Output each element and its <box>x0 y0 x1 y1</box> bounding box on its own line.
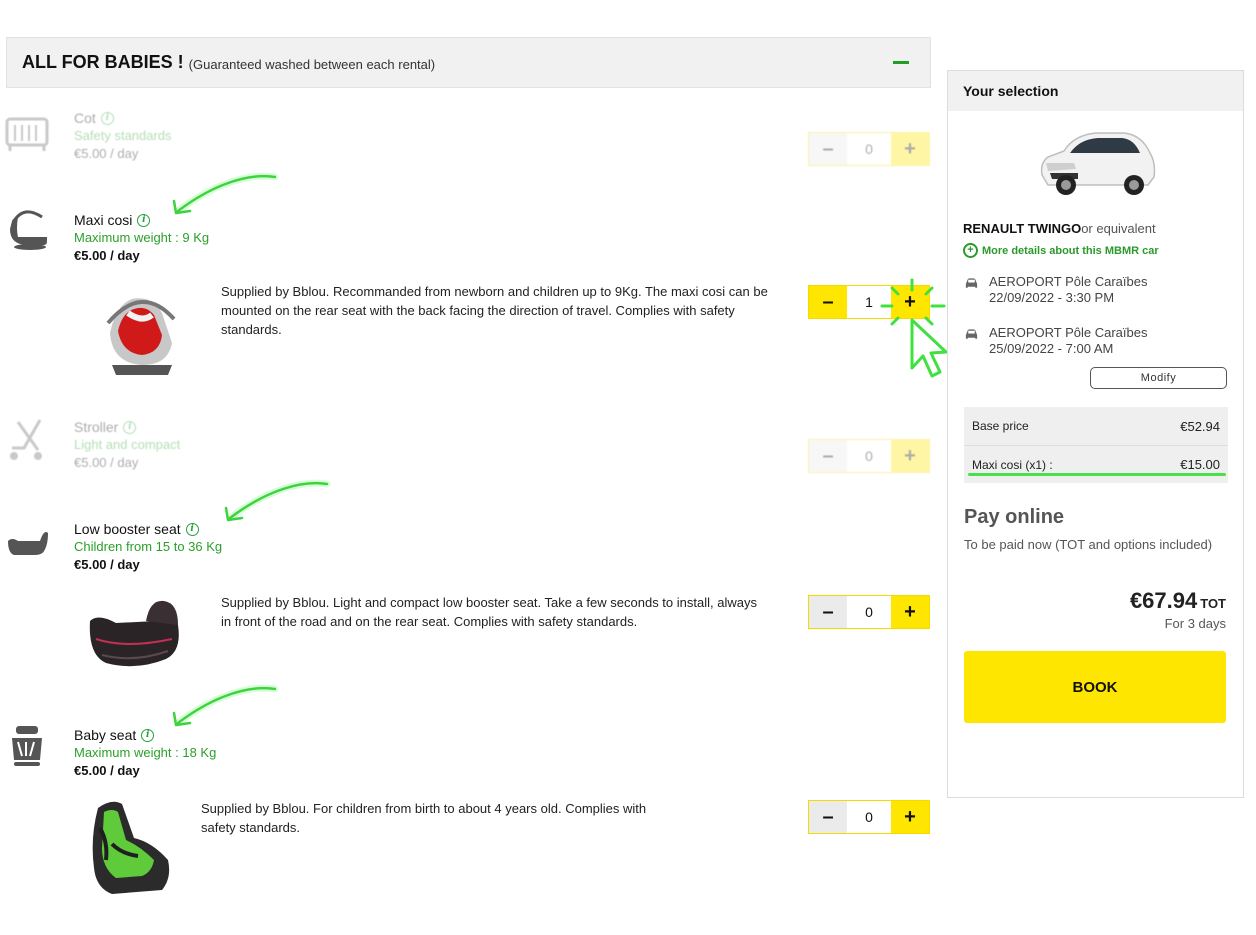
info-icon[interactable]: i <box>100 111 114 125</box>
item-spec: Maximum weight : 9 Kg <box>74 230 210 245</box>
price-label: Maxi cosi (x1) : <box>972 457 1053 472</box>
info-icon[interactable]: i <box>141 728 155 742</box>
item-spec: Children from 15 to 36 Kg <box>74 539 223 554</box>
section-title: ALL FOR BABIES ! <box>22 52 184 72</box>
cursor-icon <box>880 278 948 378</box>
quantity-stepper[interactable]: – 0 + <box>808 800 930 834</box>
book-button[interactable]: BOOK <box>964 651 1226 723</box>
item-name: Maxi cosi <box>74 212 133 228</box>
item-price: €5.00 / day <box>74 557 140 572</box>
option-item-low-booster-seat: Low booster seat i Children from 15 to 36… <box>0 517 935 677</box>
car-image <box>1040 132 1156 195</box>
option-item-maxi-cosi: Maxi cosi i Maximum weight : 9 Kg €5.00 /… <box>0 205 935 395</box>
info-icon[interactable]: i <box>123 420 137 434</box>
option-item-baby-seat: Baby seat i Maximum weight : 18 Kg €5.00 … <box>0 722 935 902</box>
pay-online-title: Pay online <box>964 506 1065 528</box>
pickup-datetime: 22/09/2022 - 3:30 PM <box>989 290 1115 305</box>
decrease-button[interactable]: – <box>809 801 847 833</box>
quantity-value: 0 <box>865 141 873 157</box>
total-suffix: TOT <box>1200 596 1226 611</box>
total-amount: €67.94 <box>1129 588 1198 613</box>
details-link-label: More details about this MBMR car <box>982 244 1159 257</box>
infant-carrier-icon <box>10 210 47 250</box>
car-model: RENAULT TWINGO <box>963 221 1082 236</box>
quantity-stepper[interactable]: – 0 + <box>808 595 930 629</box>
section-subtitle: (Guaranteed washed between each rental) <box>188 56 436 72</box>
panel-title: Your selection <box>948 71 1243 111</box>
item-name: Cot <box>74 110 96 126</box>
item-spec: Light and compact <box>74 437 181 452</box>
total-price: €67.94 TOT <box>1130 588 1226 614</box>
quantity-value: 0 <box>865 448 873 464</box>
quantity-stepper[interactable]: – 0 + <box>808 132 930 166</box>
option-item-stroller: Stroller i Light and compact €5.00 / day … <box>0 414 935 474</box>
car-details-link[interactable]: + More details about this MBMR car <box>963 243 1159 258</box>
increase-button[interactable]: + <box>891 596 929 628</box>
price-breakdown: Base price €52.94 Maxi cosi (x1) : €15.0… <box>964 407 1228 483</box>
item-name: Baby seat <box>74 727 137 743</box>
increase-button[interactable]: + <box>891 440 929 472</box>
booster-seat-photo <box>89 600 179 667</box>
booster-seat-icon <box>8 532 48 555</box>
modify-button[interactable]: Modify <box>1090 367 1227 389</box>
item-description: Supplied by Bblou. Recommanded from newb… <box>221 284 768 337</box>
pay-online-note: To be paid now (TOT and options included… <box>964 537 1213 552</box>
section-header[interactable]: ALL FOR BABIES ! (Guaranteed washed betw… <box>6 37 931 88</box>
zoom-in-icon: + <box>963 243 978 258</box>
price-value: €52.94 <box>1180 418 1220 434</box>
item-spec: Safety standards <box>74 128 172 143</box>
dropoff-datetime: 25/09/2022 - 7:00 AM <box>989 341 1114 356</box>
option-item-cot: Cot i Safety standards €5.00 / day – 0 + <box>0 107 935 167</box>
car-icon <box>965 329 978 339</box>
rental-duration: For 3 days <box>1164 616 1226 631</box>
decrease-button[interactable]: – <box>809 440 847 472</box>
item-description: Supplied by Bblou. Light and compact low… <box>221 595 757 629</box>
item-price: €5.00 / day <box>74 146 139 161</box>
increase-button[interactable]: + <box>891 133 929 165</box>
item-price: €5.00 / day <box>74 763 140 778</box>
item-price: €5.00 / day <box>74 248 140 263</box>
car-icon <box>965 278 978 288</box>
pickup-info: AEROPORT Pôle Caraïbes 22/09/2022 - 3:30… <box>964 274 1147 306</box>
quantity-value: 0 <box>865 809 873 825</box>
selection-panel: Your selection RENAULT TWINGOor equivale… <box>947 70 1244 798</box>
price-label: Base price <box>972 419 1029 433</box>
item-spec: Maximum weight : 18 Kg <box>74 745 217 760</box>
quantity-value: 0 <box>865 604 873 620</box>
item-description: Supplied by Bblou. For children from bir… <box>201 801 647 835</box>
increase-button[interactable]: + <box>891 801 929 833</box>
info-icon[interactable]: i <box>137 213 151 227</box>
car-name: RENAULT TWINGOor equivalent <box>963 221 1156 236</box>
baby-seat-photo <box>92 801 170 894</box>
car-equivalent: or equivalent <box>1081 221 1156 236</box>
price-row: Base price €52.94 <box>964 407 1228 445</box>
baby-seat-icon <box>12 726 42 766</box>
crib-icon <box>5 117 49 151</box>
quantity-stepper[interactable]: – 0 + <box>808 439 930 473</box>
decrease-button[interactable]: – <box>809 596 847 628</box>
price-row: Maxi cosi (x1) : €15.00 <box>964 445 1228 483</box>
stroller-icon <box>10 419 42 460</box>
info-icon[interactable]: i <box>185 522 199 536</box>
dropoff-place: AEROPORT Pôle Caraïbes <box>989 325 1148 340</box>
item-name: Low booster seat <box>74 521 181 537</box>
price-value: €15.00 <box>1180 457 1220 472</box>
dropoff-info: AEROPORT Pôle Caraïbes 25/09/2022 - 7:00… <box>964 325 1147 357</box>
highlight-underline <box>968 473 1226 476</box>
decrease-button[interactable]: – <box>809 286 847 318</box>
collapse-icon[interactable] <box>893 61 909 64</box>
item-name: Stroller <box>74 419 119 435</box>
pickup-place: AEROPORT Pôle Caraïbes <box>989 274 1148 289</box>
maxi-cosi-photo <box>106 298 176 375</box>
decrease-button[interactable]: – <box>809 133 847 165</box>
item-price: €5.00 / day <box>74 455 139 470</box>
